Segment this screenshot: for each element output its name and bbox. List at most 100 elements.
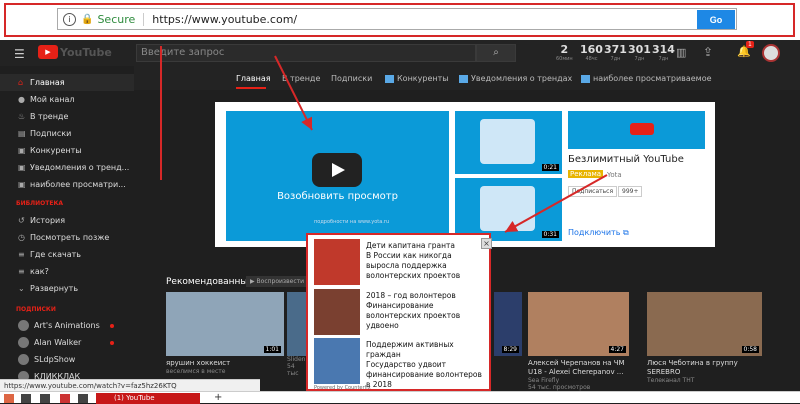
tab-home[interactable]: Главная bbox=[236, 74, 271, 83]
sidebar-item-my-channel[interactable]: ● Мой канал bbox=[0, 91, 134, 108]
playlist-icon bbox=[581, 74, 590, 83]
sidebar-item-expand[interactable]: ⌄ Развернуть bbox=[0, 280, 134, 297]
ad-brand[interactable]: Yota bbox=[607, 171, 622, 179]
tab-trend-notifications[interactable]: Уведомления о трендах bbox=[459, 74, 572, 83]
browser-tab[interactable]: (1) YouTube bbox=[96, 393, 200, 404]
video-card[interactable]: 0:58 Люся Чеботина в группу SEREBRO Теле… bbox=[647, 292, 762, 384]
stat-item: 314 7дн bbox=[652, 43, 675, 62]
home-icon: ⌂ bbox=[18, 78, 24, 87]
ad-badge: Реклама bbox=[568, 170, 604, 178]
ad-banner[interactable]: Возобновить просмотр подробности на www.… bbox=[215, 102, 715, 247]
upload-icon[interactable]: ⇪ bbox=[703, 45, 713, 59]
popup-ad[interactable]: × Дети капитана гранта В России как нико… bbox=[306, 233, 492, 391]
app-icon[interactable] bbox=[60, 394, 70, 403]
popup-ad-item[interactable]: Дети капитана гранта В России как никогд… bbox=[314, 239, 484, 287]
video-card[interactable]: 8:29 bbox=[494, 292, 522, 356]
youtube-button-icon bbox=[630, 123, 654, 135]
video-thumbnail[interactable]: 4:27 bbox=[528, 292, 629, 356]
sidebar-item-label: Alan Walker bbox=[34, 338, 82, 347]
video-card[interactable]: 1:01 ярушин хоккеист веселимся в месте bbox=[166, 292, 284, 375]
analytics-icon[interactable]: ▥ bbox=[676, 46, 686, 59]
youtube-logo-icon[interactable]: ▶ bbox=[38, 45, 58, 59]
video-duration: 8:29 bbox=[501, 346, 519, 353]
video-channel[interactable]: веселимся в месте bbox=[166, 368, 284, 375]
sidebar-item-history[interactable]: ↺ История bbox=[0, 212, 134, 229]
ad-title[interactable]: Безлимитный YouTube bbox=[568, 154, 684, 165]
active-tab-indicator bbox=[236, 87, 266, 89]
play-icon[interactable] bbox=[312, 153, 362, 187]
tab-trending[interactable]: В тренде bbox=[282, 74, 320, 83]
go-button[interactable]: Go bbox=[697, 10, 735, 29]
video-card[interactable]: Sliden 54 тыс bbox=[287, 292, 307, 377]
sidebar-item-subscriptions[interactable]: ▤ Подписки bbox=[0, 125, 134, 142]
person-icon: ● bbox=[18, 95, 25, 104]
gmail-icon[interactable] bbox=[4, 394, 14, 403]
video-title[interactable]: Люся Чеботина в группу SEREBRO bbox=[647, 359, 762, 377]
sidebar-item-label: SLdpShow bbox=[34, 355, 76, 364]
ad-caption-small: подробности на www.yota.ru bbox=[314, 219, 390, 225]
sidebar-item-label: В тренде bbox=[30, 112, 69, 121]
video-duration: 0:21 bbox=[541, 164, 559, 171]
app-icon[interactable] bbox=[40, 394, 50, 403]
video-title[interactable]: ярушин хоккеист bbox=[166, 359, 284, 368]
connect-link[interactable]: Подключить ⧉ bbox=[568, 228, 629, 238]
subscription-channel[interactable]: Art's Animations bbox=[0, 317, 134, 334]
app-icon[interactable] bbox=[21, 394, 31, 403]
info-icon[interactable]: i bbox=[63, 12, 76, 26]
popup-ad-image[interactable] bbox=[314, 338, 360, 384]
video-thumbnail[interactable]: 0:58 bbox=[647, 292, 762, 356]
video-thumbnail[interactable] bbox=[287, 292, 307, 356]
ad-thumbnail[interactable]: 0:31 bbox=[455, 178, 562, 241]
video-thumbnail[interactable]: 8:29 bbox=[494, 292, 522, 356]
subscription-channel[interactable]: SLdpShow bbox=[0, 351, 134, 368]
youtube-logo-text[interactable]: YouTube bbox=[60, 46, 112, 59]
url-field[interactable]: i 🔒 Secure https://www.youtube.com/ bbox=[57, 8, 737, 30]
subscription-channel[interactable]: Alan Walker bbox=[0, 334, 134, 351]
video-channel[interactable]: Sea Firefly bbox=[528, 377, 629, 384]
sidebar-item-watch-later[interactable]: ◷ Посмотреть позже bbox=[0, 229, 134, 246]
popup-ad-item[interactable]: Поддержим активных граждан Государство у… bbox=[314, 338, 484, 389]
new-tab-icon[interactable]: + bbox=[214, 392, 222, 403]
channel-avatar bbox=[18, 320, 29, 331]
sidebar-item-trending[interactable]: ♨ В тренде bbox=[0, 108, 134, 125]
sidebar-item-most-viewed[interactable]: ▣ наиболее просматри... bbox=[0, 176, 134, 193]
popup-ad-text[interactable]: Поддержим активных граждан Государство у… bbox=[366, 340, 484, 390]
subscribe-button[interactable]: Подписаться bbox=[568, 186, 618, 197]
tab-subscriptions[interactable]: Подписки bbox=[331, 74, 372, 83]
popup-ad-text[interactable]: 2018 – год волонтеров Финансирование вол… bbox=[366, 291, 484, 331]
search-input[interactable]: Введите запрос bbox=[136, 44, 476, 62]
tab-most-viewed[interactable]: наиболее просматриваемое bbox=[581, 74, 712, 83]
video-thumbnail[interactable]: 1:01 bbox=[166, 292, 284, 356]
sidebar-item-label: Развернуть bbox=[30, 284, 79, 293]
ad-thumbnail[interactable]: 0:21 bbox=[455, 111, 562, 174]
fire-icon: ♨ bbox=[18, 112, 26, 121]
url-text[interactable]: https://www.youtube.com/ bbox=[143, 12, 297, 26]
sidebar-item-label: Уведомления о тренд... bbox=[30, 163, 130, 172]
popup-ad-image[interactable] bbox=[314, 289, 360, 335]
search-button[interactable]: ⌕ bbox=[476, 44, 516, 62]
ad-channel-banner[interactable] bbox=[568, 111, 705, 149]
video-card[interactable]: 4:27 Алексей Черепанов на ЧМ U18 - Alexe… bbox=[528, 292, 629, 391]
sidebar-item-label: Где скачать bbox=[30, 250, 82, 259]
sidebar-item-playlist[interactable]: ≡ Где скачать bbox=[0, 246, 134, 263]
sidebar-item-home[interactable]: ⌂ Главная bbox=[0, 74, 134, 91]
ad-caption: Возобновить просмотр bbox=[277, 191, 398, 202]
tab-competitors[interactable]: Конкуренты bbox=[385, 74, 449, 83]
sidebar-item-competitors[interactable]: ▣ Конкуренты bbox=[0, 142, 134, 159]
video-channel[interactable]: Телеканал ТНТ bbox=[647, 377, 762, 384]
folder-icon: ▣ bbox=[18, 146, 26, 155]
secure-label: Secure bbox=[97, 12, 136, 26]
video-duration: 1:01 bbox=[263, 346, 281, 353]
popup-ad-text[interactable]: Дети капитана гранта В России как никогд… bbox=[366, 241, 484, 281]
video-title[interactable]: Алексей Черепанов на ЧМ U18 - Alexei Che… bbox=[528, 359, 629, 377]
sidebar-item-trend-notifications[interactable]: ▣ Уведомления о тренд... bbox=[0, 159, 134, 176]
sidebar-item-playlist[interactable]: ≡ как? bbox=[0, 263, 134, 280]
popup-ad-item[interactable]: 2018 – год волонтеров Финансирование вол… bbox=[314, 289, 484, 337]
video-channel[interactable]: Sliden bbox=[287, 356, 307, 363]
app-icon[interactable] bbox=[78, 394, 88, 403]
ad-video[interactable]: Возобновить просмотр подробности на www.… bbox=[226, 111, 449, 241]
stat-item: 160 48чс bbox=[580, 43, 603, 62]
popup-ad-image[interactable] bbox=[314, 239, 360, 285]
avatar[interactable] bbox=[762, 44, 780, 62]
menu-icon[interactable]: ☰ bbox=[14, 47, 25, 61]
